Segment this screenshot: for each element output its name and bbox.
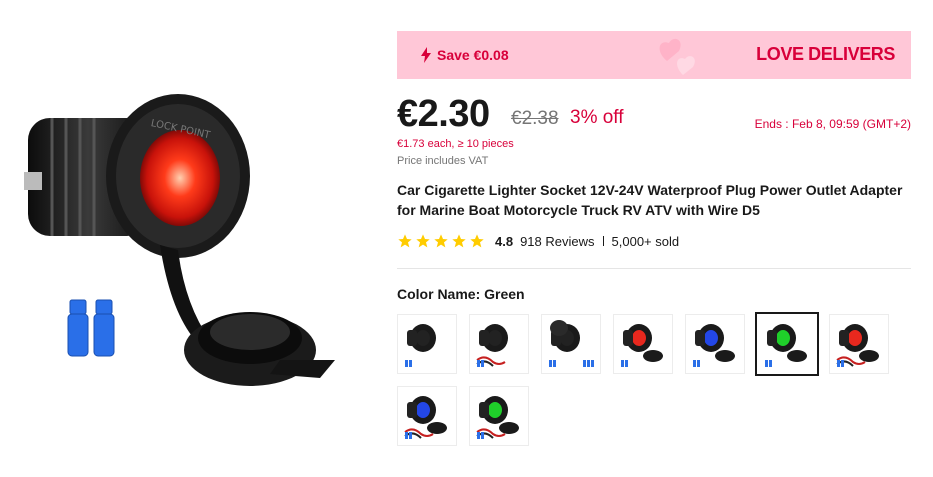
star-icon [434,234,448,248]
lightning-icon [421,47,431,63]
promo-banner[interactable]: Save €0.08 LOVE DELIVERS [397,31,911,79]
color-swatch[interactable] [469,314,529,374]
save-amount: Save €0.08 [437,47,509,63]
reviews-link[interactable]: 918 Reviews [520,234,594,249]
love-delivers-logo: LOVE DELIVERS [756,44,895,64]
color-swatch[interactable] [613,314,673,374]
swatch-thumbnail [765,324,807,367]
deal-ends-timer: Ends : Feb 8, 09:59 (GMT+2) [754,117,911,131]
color-swatch[interactable] [541,314,601,374]
swatch-thumbnail [404,396,447,439]
rating-stars[interactable] [397,233,487,249]
product-main-image[interactable]: LOCK POINT [0,60,360,420]
sold-count: 5,000+ sold [611,233,680,249]
color-swatches [397,312,917,458]
rating-value: 4.8 [495,233,514,249]
star-icon [452,234,466,248]
swatch-thumbnail [693,324,735,367]
star-icon [398,234,412,248]
current-price: €2.30 [397,93,490,135]
color-swatch[interactable] [755,312,819,376]
swatch-thumbnail [836,324,879,367]
product-title: Car Cigarette Lighter Socket 12V-24V Wat… [397,182,903,218]
swatch-thumbnail [476,324,508,367]
swatch-thumbnail [621,324,663,367]
price-row: €2.30 €2.38 3% off Ends : Feb 8, 09:59 (… [397,93,911,143]
color-swatch[interactable] [685,314,745,374]
rating-row: 4.8 918 Reviews 5,000+ sold [397,232,911,250]
section-divider [397,268,911,269]
color-name-label: Color Name: Green [397,286,525,302]
star-icon [416,234,430,248]
color-swatch[interactable] [397,314,457,374]
divider [602,236,604,246]
color-swatch[interactable] [829,314,889,374]
color-swatch[interactable] [397,386,457,446]
star-icon [470,234,484,248]
swatch-thumbnail [476,396,519,439]
original-price: €2.38 [511,108,559,129]
color-swatch[interactable] [469,386,529,446]
product-info-panel: Save €0.08 LOVE DELIVERS €2.30 €2.38 3% … [397,31,911,458]
heart-decoration-icon [659,38,695,75]
vat-note: Price includes VAT [397,155,489,167]
swatch-thumbnail [549,320,594,367]
discount-percent: 3% off [570,107,624,128]
swatch-thumbnail [405,324,436,367]
